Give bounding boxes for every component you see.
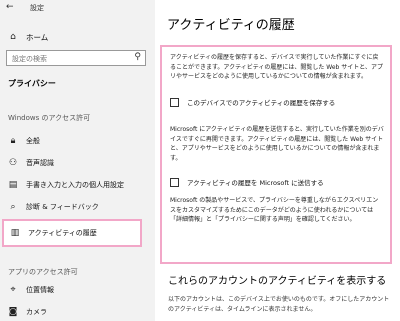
checkbox-label: アクティビティの履歴を Microsoft に送信する <box>187 179 324 187</box>
nav-home-label: ホーム <box>26 32 49 42</box>
sidebar-item-label: カメラ <box>26 308 47 316</box>
checkbox-label: このデバイスでのアクティビティの履歴を保存する <box>187 99 336 107</box>
back-arrow-icon[interactable]: ← <box>6 2 14 12</box>
sidebar-heading: プライバシー <box>8 79 56 88</box>
sidebar-item-label: アクティビティの履歴 <box>28 229 97 237</box>
accounts-section-title: これらのアカウントのアクティビティを表示する <box>168 276 387 287</box>
search-box[interactable]: 設定の検索 ⚲ <box>6 50 146 66</box>
sidebar-item-label: 診断 & フィードバック <box>26 203 99 211</box>
page-title: アクティビティの履歴 <box>167 18 295 33</box>
camera-icon: ◙ <box>8 307 18 317</box>
sidebar-item-general[interactable]: 🔒︎ 全般 <box>6 134 40 148</box>
group-label-apps: アプリのアクセス許可 <box>8 268 78 276</box>
sidebar-item-label: 全般 <box>26 137 40 145</box>
send-description-text: Microsoft にアクティビティの履歴を送信すると、実行していた作業を別のデ… <box>170 126 384 162</box>
speech-icon: ⚇ <box>8 158 18 168</box>
checkbox[interactable] <box>170 177 179 187</box>
feedback-icon: ⌕ <box>10 202 16 212</box>
group-label-windows: Windows のアクセス許可 <box>8 114 91 122</box>
sidebar-item-label: 音声認識 <box>26 159 54 167</box>
sidebar-item-diagnostics[interactable]: ⌕ 診断 & フィードバック <box>6 200 99 214</box>
location-icon: ⌖ <box>10 285 16 295</box>
activity-icon: ▥ <box>10 228 20 238</box>
checkbox[interactable] <box>170 97 179 107</box>
title-bar: ← 設定 <box>0 0 155 16</box>
sidebar-item-label: 手書き入力と入力の個人用設定 <box>26 181 124 189</box>
checkbox-store-history[interactable]: このデバイスでのアクティビティの履歴を保存する <box>170 97 335 107</box>
home-icon: ⌂ <box>10 32 16 42</box>
search-placeholder: 設定の検索 <box>12 55 47 63</box>
lock-icon: 🔒︎ <box>10 136 16 146</box>
window-title: 設定 <box>30 4 44 12</box>
checkbox-send-history[interactable]: アクティビティの履歴を Microsoft に送信する <box>170 177 324 187</box>
description-text: アクティビティの履歴を保存すると、デバイスで実行していた作業にすぐに戻ることがで… <box>170 54 384 80</box>
sidebar-item-speech[interactable]: ⚇ 音声認識 <box>6 156 54 170</box>
sidebar: ← 設定 ⌂ ホーム 設定の検索 ⚲ プライバシー Windows のアクセス許… <box>0 0 155 321</box>
privacy-text: Microsoft の製品やサービスで、プライバシーを尊重しながらエクスペリエン… <box>170 197 379 223</box>
accounts-description: 以下のアカウントは、このデバイス上でお使いのものです。オフにしたアカウントのアク… <box>168 296 390 313</box>
sidebar-item-label: 位置情報 <box>26 286 54 294</box>
search-icon[interactable]: ⚲ <box>134 52 141 62</box>
sidebar-item-inking[interactable]: ▤ 手書き入力と入力の個人用設定 <box>6 178 124 192</box>
nav-home[interactable]: ⌂ ホーム <box>6 30 48 44</box>
ink-icon: ▤ <box>8 180 18 190</box>
sidebar-item-activity-history[interactable]: ▥ アクティビティの履歴 <box>2 219 142 247</box>
sidebar-item-location[interactable]: ⌖ 位置情報 <box>6 283 54 297</box>
sidebar-item-camera[interactable]: ◙ カメラ <box>6 305 47 319</box>
